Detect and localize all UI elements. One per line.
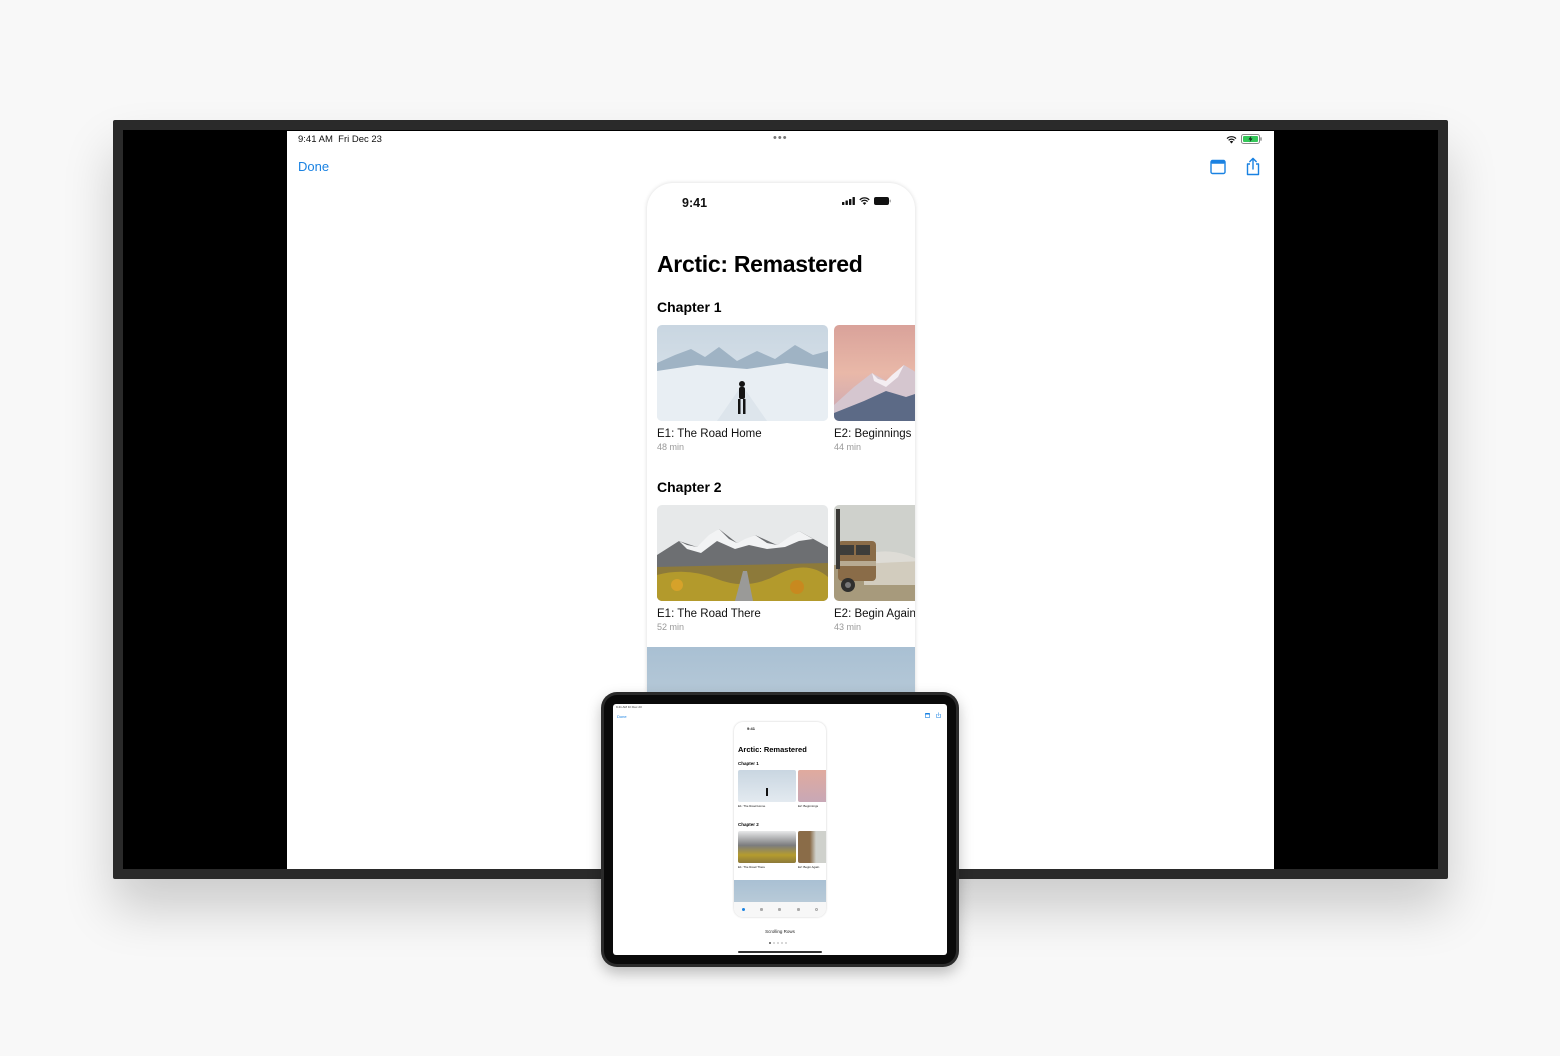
mini-episode-thumbnail[interactable] <box>798 770 826 802</box>
battery-charging-icon <box>1241 134 1262 144</box>
mini-next-row-thumbnail[interactable] <box>734 880 826 902</box>
wifi-icon <box>859 197 870 205</box>
chapter-title: Chapter 1 <box>657 299 722 315</box>
mini-tab-icon[interactable] <box>760 908 764 911</box>
wifi-icon <box>1226 135 1237 143</box>
mini-tab-icon[interactable] <box>778 908 782 911</box>
mini-episode-thumbnail[interactable] <box>738 831 796 863</box>
episode-duration: 43 min <box>834 622 862 632</box>
mini-episode-title: E1: The Road There <box>738 865 766 869</box>
phone-status-icons <box>842 197 891 205</box>
mini-episode-thumbnail[interactable] <box>798 831 826 863</box>
cellular-icon <box>842 197 855 205</box>
home-indicator[interactable] <box>738 951 822 953</box>
mini-episode-title: E2: Beginnings <box>798 804 819 808</box>
mini-share-icon[interactable] <box>936 712 941 718</box>
mini-done-button[interactable]: Done <box>617 714 627 719</box>
episode-thumbnail-road-there[interactable] <box>657 505 828 601</box>
page-indicator[interactable] <box>769 942 787 944</box>
episode-title: E2: Beginnings <box>834 428 912 440</box>
episode-thumbnail-beginnings[interactable] <box>834 325 915 421</box>
share-icon[interactable] <box>1245 157 1261 176</box>
episode-title: E2: Begin Again <box>834 608 915 620</box>
done-button[interactable]: Done <box>298 159 329 174</box>
episode-thumbnail-road-home[interactable] <box>657 325 828 421</box>
episode-duration: 52 min <box>657 622 685 632</box>
episode-duration: 48 min <box>657 442 685 452</box>
episode-title: E1: The Road There <box>657 608 761 620</box>
status-bar: 9:41 AM Fri Dec 23 ••• <box>287 131 1274 149</box>
mini-episode-thumbnail[interactable] <box>738 770 796 802</box>
page-title: Arctic: Remastered <box>657 251 863 277</box>
mini-phone-time: 9:41 <box>747 726 756 731</box>
mini-status-bar: 9:41 AM Fri Dec 23 <box>616 705 642 709</box>
preview-caption: Scrolling Rows <box>765 929 795 934</box>
mini-page-title: Arctic: Remastered <box>738 745 807 754</box>
episode-thumbnail-begin-again[interactable] <box>834 505 915 601</box>
ipad-screen[interactable]: 9:41 AM Fri Dec 23 Done 9:41 Arctic: Rem… <box>613 704 947 955</box>
mini-search-icon[interactable] <box>815 908 819 911</box>
battery-icon <box>874 197 891 205</box>
status-time: 9:41 AM Fri Dec 23 <box>298 134 382 145</box>
ipad-device: 9:41 AM Fri Dec 23 Done 9:41 Arctic: Rem… <box>601 692 959 967</box>
phone-time: 9:41 <box>682 196 708 210</box>
mini-episode-title: E1: The Road Home <box>738 804 766 808</box>
iphone-preview[interactable]: 9:41 Arctic: Remastered Chapter 1 E1: Th… <box>647 183 915 703</box>
mini-iphone-preview[interactable]: 9:41 Arctic: Remastered Chapter 1 E1: Th… <box>734 722 826 917</box>
mini-tab-bar <box>734 902 826 917</box>
mini-tab-icon[interactable] <box>796 908 800 911</box>
mini-chapter-title: Chapter 1 <box>738 761 759 766</box>
episode-title: E1: The Road Home <box>657 428 762 440</box>
mini-episode-title: E2: Begin Again <box>798 865 820 869</box>
multitasking-dots[interactable]: ••• <box>773 132 788 144</box>
window-icon[interactable] <box>1210 159 1226 175</box>
mini-tab-icon[interactable] <box>741 908 745 911</box>
mini-window-icon[interactable] <box>925 713 930 718</box>
episode-duration: 44 min <box>834 442 862 452</box>
status-icons <box>1226 134 1262 144</box>
chapter-title: Chapter 2 <box>657 479 722 495</box>
mini-chapter-title: Chapter 2 <box>738 822 759 827</box>
